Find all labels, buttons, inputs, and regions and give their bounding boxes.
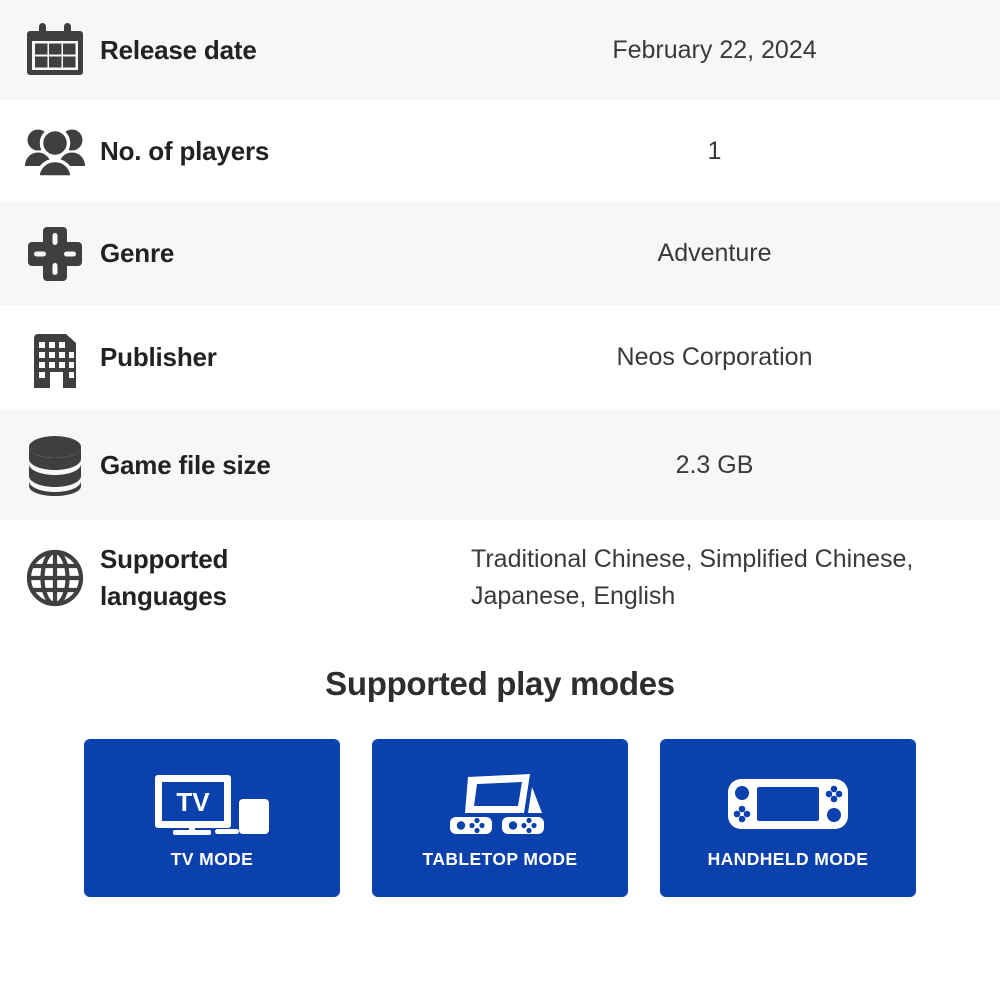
building-icon bbox=[24, 327, 86, 389]
spec-row-right: February 22, 2024 bbox=[455, 32, 1000, 68]
svg-text:TV: TV bbox=[176, 787, 210, 817]
tabletop-mode-icon bbox=[444, 767, 556, 841]
spec-row-left: Release date bbox=[0, 19, 455, 81]
spec-row-right: Adventure bbox=[455, 235, 1000, 271]
spec-row-left: Game file size bbox=[0, 434, 455, 496]
spec-row-supported-languages: Supported languages Traditional Chinese,… bbox=[0, 520, 1000, 635]
spec-row-release-date: Release date February 22, 2024 bbox=[0, 0, 1000, 100]
spec-row-genre: Genre Adventure bbox=[0, 202, 1000, 305]
spec-value: 2.3 GB bbox=[675, 450, 754, 479]
spec-row-right: Neos Corporation bbox=[455, 339, 1000, 375]
tv-mode-icon: TV bbox=[153, 767, 271, 841]
play-modes-card-list: TV TV MODE TABLETOP MODE HANDHELD MODE bbox=[0, 739, 1000, 897]
spec-label: No. of players bbox=[100, 135, 270, 166]
play-mode-card-tv[interactable]: TV TV MODE bbox=[84, 739, 340, 897]
spec-value: Traditional Chinese, Simplified Chinese,… bbox=[471, 545, 914, 610]
spec-table: Release date February 22, 2024 No. of pl… bbox=[0, 0, 1000, 635]
spec-label: Supported languages bbox=[100, 543, 229, 611]
spec-row-no-of-players: No. of players 1 bbox=[0, 100, 1000, 202]
play-mode-label: TV MODE bbox=[170, 848, 254, 869]
spec-value: Adventure bbox=[657, 239, 772, 268]
spec-label: Game file size bbox=[100, 449, 271, 480]
spec-row-publisher: Publisher Neos Corporation bbox=[0, 305, 1000, 410]
spec-label: Release date bbox=[100, 34, 257, 65]
spec-row-left: No. of players bbox=[0, 120, 455, 182]
spec-row-game-file-size: Game file size 2.3 GB bbox=[0, 410, 1000, 520]
play-mode-label: TABLETOP MODE bbox=[422, 848, 578, 869]
calendar-icon bbox=[24, 19, 86, 81]
play-mode-card-tabletop[interactable]: TABLETOP MODE bbox=[372, 739, 628, 897]
spec-row-left: Supported languages bbox=[0, 541, 455, 615]
globe-icon bbox=[24, 547, 86, 609]
supported-play-modes-section: Supported play modes TV TV MODE TABLETOP… bbox=[0, 665, 1000, 897]
spec-label: Publisher bbox=[100, 342, 217, 373]
dpad-icon bbox=[24, 223, 86, 285]
play-modes-heading: Supported play modes bbox=[325, 665, 675, 702]
handheld-mode-icon bbox=[726, 767, 850, 841]
spec-value: 1 bbox=[707, 136, 722, 165]
play-mode-label: HANDHELD MODE bbox=[707, 848, 869, 869]
spec-row-left: Publisher bbox=[0, 327, 455, 389]
spec-row-left: Genre bbox=[0, 223, 455, 285]
spec-row-right: 2.3 GB bbox=[455, 447, 1000, 483]
play-mode-card-handheld[interactable]: HANDHELD MODE bbox=[660, 739, 916, 897]
spec-row-right: 1 bbox=[455, 133, 1000, 169]
spec-row-right: Traditional Chinese, Simplified Chinese,… bbox=[455, 541, 1000, 614]
game-details-panel: Release date February 22, 2024 No. of pl… bbox=[0, 0, 1000, 1000]
database-icon bbox=[24, 434, 86, 496]
players-icon bbox=[24, 120, 86, 182]
spec-value: Neos Corporation bbox=[616, 343, 813, 372]
spec-value: February 22, 2024 bbox=[612, 35, 817, 64]
spec-label: Genre bbox=[100, 238, 175, 269]
